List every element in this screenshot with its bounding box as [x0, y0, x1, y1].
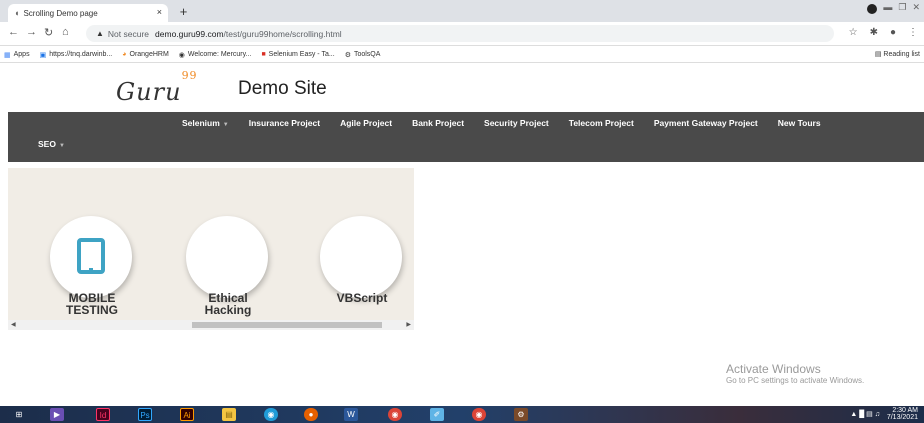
indesign-icon[interactable]: Id	[96, 408, 110, 421]
reading-list-icon: ▤	[874, 51, 882, 58]
menu-item-payment-gateway-project[interactable]: Payment Gateway Project	[654, 118, 758, 128]
tab-title: Scrolling Demo page	[23, 8, 98, 18]
restore-icon[interactable]: ❐	[898, 2, 906, 14]
menu-item-selenium[interactable]: Selenium ▼	[182, 118, 229, 128]
home-icon[interactable]: ⌂	[62, 26, 69, 38]
address-bar: ← → ↻ ⌂ ▲ Not secure demo.guru99.com/tes…	[0, 22, 924, 46]
minimize-icon[interactable]: ▬	[883, 2, 892, 14]
chrome-icon-2[interactable]: ◉	[472, 408, 486, 421]
apps-grid-icon: ▦	[4, 51, 11, 59]
start-windows-icon[interactable]: ⊞	[12, 408, 26, 421]
toolbar-right: ☆ ✱ ● ⋮	[849, 27, 918, 38]
url-host: demo.guru99.com	[155, 28, 224, 39]
horizontal-scrollbar[interactable]: ◀ ▶	[8, 320, 414, 330]
bookmark-darwinbox[interactable]: ▣ https://tnq.darwinb...	[40, 51, 113, 59]
scrollbar-thumb[interactable]	[192, 322, 382, 328]
orangehrm-icon: ◕	[122, 51, 127, 58]
page-title: Demo Site	[238, 78, 327, 99]
menu-item-seo[interactable]: SEO ▼	[38, 139, 65, 149]
url-input[interactable]: ▲ Not secure demo.guru99.com/test/guru99…	[86, 25, 834, 42]
menu-item-insurance-project[interactable]: Insurance Project	[249, 118, 320, 128]
course-carousel[interactable]: MOBILE TESTING Ethical Hacking VBScript	[8, 168, 414, 330]
course-circle-mobile-testing[interactable]	[50, 216, 132, 298]
edge-icon[interactable]: ◉	[264, 408, 278, 421]
word-icon[interactable]: W	[344, 408, 358, 421]
close-window-icon[interactable]: ✕	[912, 2, 920, 14]
menu-item-bank-project[interactable]: Bank Project	[412, 118, 464, 128]
menu-item-new-tours[interactable]: New Tours	[778, 118, 821, 128]
bookmark-toolsqa[interactable]: ⚙ ToolsQA	[345, 51, 381, 59]
course-circle-ethical-hacking[interactable]	[186, 216, 268, 298]
menu-item-security-project[interactable]: Security Project	[484, 118, 549, 128]
bookmark-orangehrm[interactable]: ◕ OrangeHRM	[122, 51, 169, 58]
menu-kebab-icon[interactable]: ⋮	[908, 27, 918, 38]
course-label-mobile-testing[interactable]: MOBILE TESTING	[48, 292, 136, 316]
forward-icon[interactable]: →	[26, 26, 37, 38]
guru99-logo[interactable]: Guru99	[116, 69, 198, 106]
reload-icon[interactable]: ↻	[44, 26, 53, 39]
app-icon[interactable]: ⚙	[514, 408, 528, 421]
scroll-left-icon[interactable]: ◀	[11, 320, 16, 330]
browser-tab-bar: ◖ Scrolling Demo page × + ▬ ❐ ✕	[0, 0, 924, 22]
reading-list-button[interactable]: ▤ Reading list	[875, 50, 920, 58]
course-circle-vbscript[interactable]	[320, 216, 402, 298]
caret-down-icon: ▼	[58, 143, 65, 149]
tablet-icon	[77, 238, 105, 274]
taskbar-clock[interactable]: 2:30 AM 7/13/2021	[887, 407, 918, 421]
not-secure-label[interactable]: Not secure	[108, 29, 149, 39]
url-path: /test/guru99home/scrolling.html	[223, 28, 342, 39]
menu-item-agile-project[interactable]: Agile Project	[340, 118, 392, 128]
menu-item-telecom-project[interactable]: Telecom Project	[569, 118, 634, 128]
caret-down-icon: ▼	[222, 122, 229, 128]
bookmark-apps[interactable]: ▦ Apps	[4, 51, 30, 59]
chrome-icon[interactable]: ◉	[388, 408, 402, 421]
illustrator-icon[interactable]: Ai	[180, 408, 194, 421]
window-controls: ▬ ❐ ✕	[867, 2, 920, 14]
bookmark-star-icon[interactable]: ☆	[849, 27, 858, 38]
close-tab-icon[interactable]: ×	[157, 7, 162, 17]
profile-icon[interactable]	[867, 4, 878, 14]
new-tab-button[interactable]: +	[176, 5, 191, 20]
bookmark-mercury[interactable]: ◉ Welcome: Mercury...	[179, 51, 252, 59]
activate-windows-watermark: Activate Windows Go to PC settings to ac…	[726, 362, 865, 385]
system-tray-icons[interactable]: ▲ █ ▤ ♫	[850, 410, 880, 418]
warning-icon: ▲	[96, 29, 104, 38]
firefox-icon[interactable]: ●	[304, 408, 318, 421]
bookmarks-bar: ▦ Apps ▣ https://tnq.darwinb... ◕ OrangeHRM…	[0, 47, 924, 63]
visual-studio-icon[interactable]: ▶	[50, 408, 64, 421]
main-nav-menu: Selenium ▼ Insurance Project Agile Projec…	[8, 112, 924, 162]
windows-taskbar: ⊞ ▶ Id Ps Ai ▤ ◉ ● W ◉ ✐ ◉ ⚙ ▲ █ ▤ ♫ 2:3…	[0, 406, 924, 423]
back-icon[interactable]: ←	[8, 26, 19, 38]
bookmark-selenium-easy[interactable]: ■ Selenium Easy - Ta...	[261, 51, 334, 58]
site-header: Guru99 Demo Site	[0, 64, 924, 112]
file-explorer-icon[interactable]: ▤	[222, 408, 236, 421]
gear-icon: ⚙	[344, 51, 351, 59]
course-label-ethical-hacking[interactable]: Ethical Hacking	[184, 292, 272, 316]
browser-tab[interactable]: ◖ Scrolling Demo page ×	[8, 4, 168, 22]
paint-icon[interactable]: ✐	[430, 408, 444, 421]
photoshop-icon[interactable]: Ps	[138, 408, 152, 421]
scroll-right-icon[interactable]: ▶	[406, 320, 411, 330]
selenium-easy-icon: ■	[261, 51, 266, 58]
extensions-icon[interactable]: ✱	[870, 27, 878, 38]
course-label-vbscript[interactable]: VBScript	[314, 292, 410, 304]
avatar[interactable]: ●	[890, 27, 896, 38]
darwinbox-icon: ▣	[39, 51, 47, 59]
globe-icon: ◉	[178, 51, 185, 59]
page-favicon-icon: ◖	[14, 8, 20, 18]
